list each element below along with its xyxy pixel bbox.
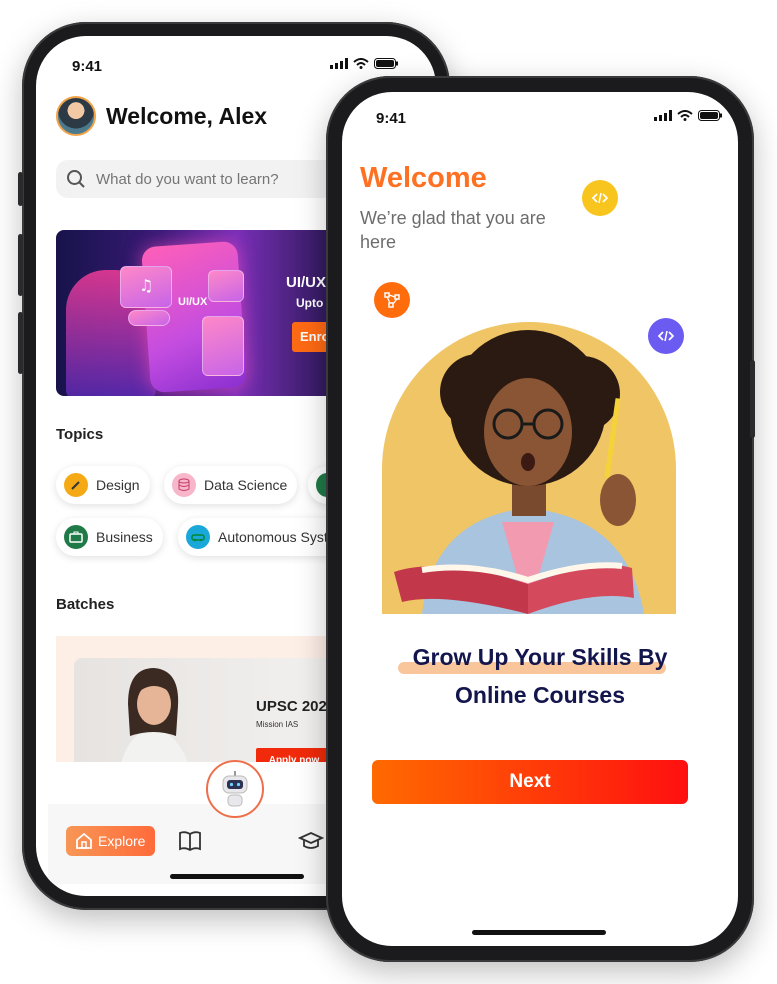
status-bar: 9:41 (342, 92, 738, 136)
nav-explore-tab[interactable]: Explore (66, 826, 155, 856)
home-indicator (170, 874, 304, 879)
topic-label: Autonomous Syst (218, 529, 328, 545)
headline-line-1: Grow Up Your Skills By (412, 644, 668, 670)
status-bar: 9:41 (36, 36, 436, 80)
side-button (18, 172, 23, 206)
topic-label: Data Science (204, 477, 288, 493)
banner-music-card: ♫ (120, 266, 172, 308)
welcome-header: Welcome, Alex (56, 96, 267, 136)
music-note-icon: ♫ (139, 276, 153, 295)
wifi-icon (353, 58, 369, 69)
banner-player-card (128, 310, 170, 326)
car-icon (186, 525, 210, 549)
battery-icon (374, 58, 398, 69)
svg-text:♫: ♫ (139, 276, 153, 295)
database-icon (172, 473, 196, 497)
banner-badge: UI/UX (178, 296, 208, 308)
topic-label: Business (96, 529, 153, 545)
robot-icon (222, 771, 248, 807)
code-bubble-icon (648, 318, 684, 354)
batch-subtitle: Mission IAS (256, 720, 299, 729)
side-button (750, 360, 755, 438)
ai-assistant-button[interactable] (206, 760, 264, 818)
home-icon (76, 832, 92, 849)
vector-node-icon (374, 282, 410, 318)
pencil-icon (64, 473, 88, 497)
banner-profile-card (208, 270, 244, 302)
promo-banner[interactable]: ♫ UI/UX UI/UX Upto Enro (56, 230, 356, 396)
banner-list-card (202, 316, 244, 376)
side-button (18, 312, 23, 374)
next-button[interactable]: Next (372, 760, 688, 804)
welcome-title: Welcome (360, 162, 487, 194)
banner-title: UI/UX (286, 274, 327, 291)
banner-subtitle: Upto (296, 296, 324, 310)
search-bar[interactable] (56, 160, 356, 198)
headline-line-2: Online Courses (455, 682, 625, 708)
batch-title: UPSC 2026 (256, 698, 336, 715)
status-time: 9:41 (376, 110, 407, 127)
welcome-phone: 9:41 Welcome We’re glad that you are her… (326, 76, 755, 962)
book-icon[interactable] (178, 830, 202, 852)
signal-icon (330, 58, 348, 69)
code-bubble-icon (582, 180, 618, 216)
hero-image (382, 322, 676, 614)
topic-label: Design (96, 477, 140, 493)
student-photo (121, 668, 188, 762)
home-indicator (472, 930, 606, 935)
search-input[interactable] (94, 169, 328, 189)
graduation-cap-icon[interactable] (298, 830, 324, 852)
page-title: Welcome, Alex (106, 102, 268, 129)
status-time: 9:41 (72, 58, 103, 75)
side-button (18, 234, 23, 296)
avatar[interactable] (56, 96, 96, 136)
student-illustration (394, 330, 644, 614)
status-icons (330, 58, 398, 69)
briefcase-icon (64, 525, 88, 549)
topics-title: Topics (56, 426, 104, 443)
wifi-icon (677, 110, 693, 121)
search-icon (67, 170, 85, 188)
batches-title: Batches (56, 596, 115, 613)
welcome-screen: 9:41 Welcome We’re glad that you are her… (342, 92, 738, 946)
batch-card[interactable]: UPSC 2026 Mission IAS Apply now (56, 636, 356, 762)
signal-icon (654, 110, 672, 121)
topic-chip-design[interactable]: Design (56, 466, 150, 504)
status-icons (654, 110, 722, 121)
nav-explore-label: Explore (98, 833, 146, 849)
apply-now-button[interactable]: Apply now (256, 748, 332, 762)
topic-chip-data-science[interactable]: Data Science (164, 466, 298, 504)
welcome-subtitle: We’re glad that you are here (360, 208, 546, 252)
topic-chip-business[interactable]: Business (56, 518, 163, 556)
battery-icon (698, 110, 722, 121)
batch-card-inner: UPSC 2026 Mission IAS Apply now (74, 658, 344, 762)
